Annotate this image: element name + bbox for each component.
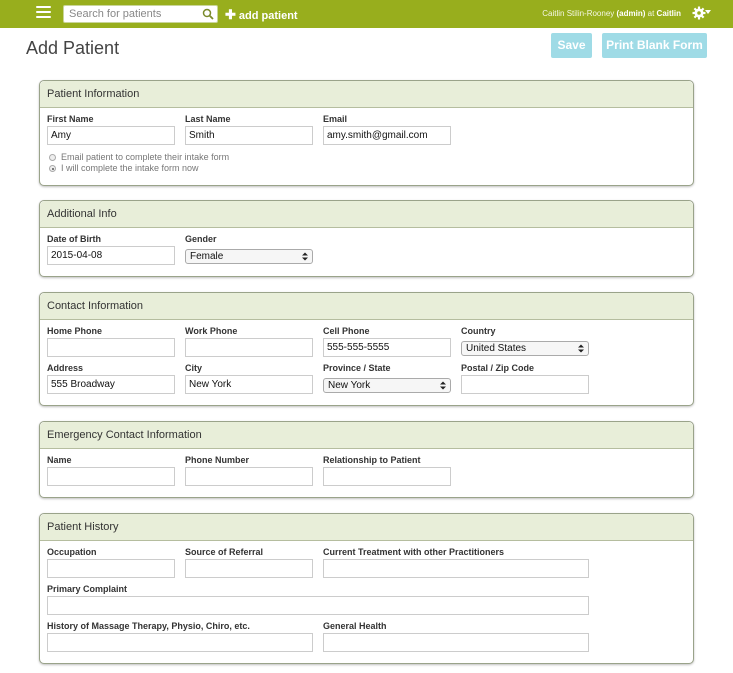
country-label: Country <box>461 326 496 336</box>
gender-select[interactable]: Female <box>185 249 313 264</box>
plus-icon: ✚ <box>225 7 236 22</box>
radio-unselected[interactable] <box>49 154 56 162</box>
patient-history-panel: Patient History Occupation Source of Ref… <box>39 513 694 664</box>
panel-title: Additional Info <box>40 201 693 228</box>
search-icon[interactable] <box>202 8 214 20</box>
chevron-down-icon <box>440 381 446 390</box>
panel-title: Patient History <box>40 514 693 541</box>
country-value: United States <box>466 343 527 354</box>
user-info[interactable]: Caitlin Stilin-Rooney (admin) at Caitlin <box>542 9 681 18</box>
emergency-name-field[interactable] <box>47 467 175 486</box>
emergency-phone-label: Phone Number <box>185 455 250 465</box>
gender-label: Gender <box>185 234 217 244</box>
referral-label: Source of Referral <box>185 547 264 557</box>
postal-field[interactable] <box>461 375 589 394</box>
province-value: New York <box>328 380 371 391</box>
referral-field[interactable] <box>185 559 313 578</box>
massage-history-field[interactable] <box>47 633 313 652</box>
clinic-name[interactable]: Caitlin <box>657 9 681 18</box>
panel-title: Emergency Contact Information <box>40 422 693 449</box>
chevron-down-icon[interactable] <box>705 10 711 14</box>
patient-information-panel: Patient Information First Name Last Name… <box>39 80 694 186</box>
general-health-label: General Health <box>323 621 387 631</box>
first-name-label: First Name <box>47 114 94 124</box>
occupation-label: Occupation <box>47 547 97 557</box>
add-patient-label: add patient <box>238 10 298 22</box>
search-input[interactable] <box>64 6 202 22</box>
panel-title: Patient Information <box>40 81 693 108</box>
home-phone-field[interactable] <box>47 338 175 357</box>
gear-icon[interactable] <box>692 6 706 20</box>
print-blank-form-button[interactable]: Print Blank Form <box>602 33 707 58</box>
at-label: at <box>647 9 655 18</box>
email-intake-option[interactable]: Email patient to complete their intake f… <box>49 152 229 162</box>
general-health-field[interactable] <box>323 633 589 652</box>
email-field[interactable] <box>323 126 451 145</box>
patient-search <box>63 5 218 23</box>
additional-info-panel: Additional Info Date of Birth Gender Fem… <box>39 200 694 277</box>
occupation-field[interactable] <box>47 559 175 578</box>
first-name-field[interactable] <box>47 126 175 145</box>
province-label: Province / State <box>323 363 391 373</box>
dob-field[interactable] <box>47 246 175 265</box>
address-label: Address <box>47 363 84 373</box>
province-select[interactable]: New York <box>323 378 451 393</box>
self-intake-option[interactable]: I will complete the intake form now <box>49 163 199 173</box>
city-label: City <box>185 363 203 373</box>
contact-information-panel: Contact Information Home Phone Work Phon… <box>39 292 694 406</box>
last-name-field[interactable] <box>185 126 313 145</box>
primary-complaint-field[interactable] <box>47 596 589 615</box>
panel-title: Contact Information <box>40 293 693 320</box>
self-intake-label: I will complete the intake form now <box>61 163 199 173</box>
relationship-label: Relationship to Patient <box>323 455 421 465</box>
city-field[interactable] <box>185 375 313 394</box>
user-role: (admin) <box>616 9 646 18</box>
email-intake-label: Email patient to complete their intake f… <box>61 152 230 162</box>
chevron-down-icon <box>578 344 584 353</box>
work-phone-label: Work Phone <box>185 326 238 336</box>
top-nav-bar: ✚add patient Caitlin Stilin-Rooney (admi… <box>0 0 733 28</box>
radio-selected[interactable] <box>49 165 56 173</box>
postal-label: Postal / Zip Code <box>461 363 535 373</box>
current-treatment-field[interactable] <box>323 559 589 578</box>
current-treatment-label: Current Treatment with other Practitione… <box>323 547 505 557</box>
country-select[interactable]: United States <box>461 341 589 356</box>
home-phone-label: Home Phone <box>47 326 103 336</box>
emergency-contact-panel: Emergency Contact Information Name Phone… <box>39 421 694 498</box>
hamburger-menu-icon[interactable] <box>36 6 51 18</box>
save-button[interactable]: Save <box>551 33 592 58</box>
user-name: Caitlin Stilin-Rooney <box>542 9 615 18</box>
primary-complaint-label: Primary Complaint <box>47 584 128 594</box>
gender-value: Female <box>190 251 224 262</box>
chevron-down-icon <box>302 252 308 261</box>
last-name-label: Last Name <box>185 114 231 124</box>
emergency-phone-field[interactable] <box>185 467 313 486</box>
relationship-field[interactable] <box>323 467 451 486</box>
emergency-name-label: Name <box>47 455 72 465</box>
massage-history-label: History of Massage Therapy, Physio, Chir… <box>47 621 250 631</box>
email-label: Email <box>323 114 348 124</box>
page-title: Add Patient <box>26 38 120 58</box>
dob-label: Date of Birth <box>47 234 101 244</box>
cell-phone-field[interactable] <box>323 338 451 357</box>
work-phone-field[interactable] <box>185 338 313 357</box>
cell-phone-label: Cell Phone <box>323 326 370 336</box>
add-patient-link[interactable]: ✚ add patient <box>225 7 298 23</box>
address-field[interactable] <box>47 375 175 394</box>
